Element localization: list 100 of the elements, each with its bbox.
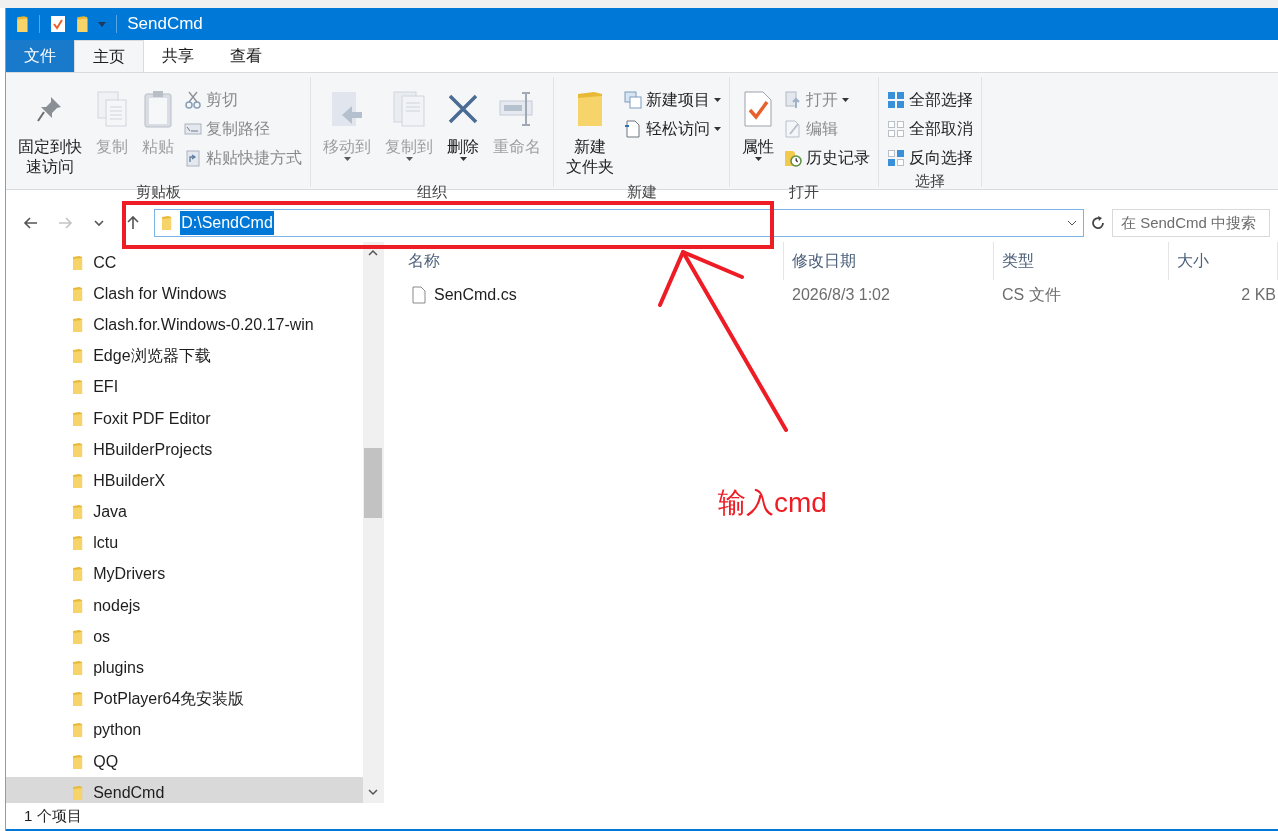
pages-icon — [96, 90, 128, 128]
ribbon-button[interactable]: 删除 — [441, 79, 485, 183]
folder-item[interactable]: PotPlayer64免安装版 — [6, 683, 363, 715]
folder-item[interactable]: CC — [6, 247, 363, 279]
folder-icon — [72, 660, 84, 677]
folder-icon — [72, 597, 84, 614]
scrollbar[interactable] — [363, 242, 383, 803]
caret-icon — [754, 157, 762, 161]
caret-icon — [459, 157, 467, 161]
folder-item[interactable]: lctu — [6, 527, 363, 559]
select-none-icon — [887, 119, 905, 138]
group-label: 新建 — [625, 183, 658, 201]
folder-item[interactable]: Foxit PDF Editor — [6, 402, 363, 435]
folder-item[interactable]: HBuilderProjects — [6, 434, 363, 466]
edit-icon — [784, 119, 802, 138]
status-bar: 1 个项目 — [6, 803, 1278, 831]
move-to-icon — [330, 90, 364, 128]
ribbon-button[interactable]: 历史记录 — [782, 143, 872, 172]
scroll-thumb[interactable] — [364, 448, 382, 518]
address-bar[interactable]: D:\SendCmd — [154, 209, 1084, 237]
ribbon-button[interactable]: 全部取消 — [885, 114, 975, 143]
ribbon-button[interactable]: 新建 文件夹 — [560, 79, 620, 183]
folder-icon — [72, 504, 84, 521]
window-title: SendCmd — [127, 13, 203, 36]
folder-item[interactable]: Java — [6, 496, 363, 528]
folder-icon — [72, 316, 84, 333]
ribbon-tab[interactable]: 文件 — [6, 40, 74, 72]
column-header[interactable]: 大小 — [1169, 242, 1278, 280]
folder-item[interactable]: os — [6, 621, 363, 653]
folder-item[interactable]: SendCmd — [6, 777, 363, 803]
group-label: 组织 — [416, 183, 448, 201]
folder-item[interactable]: Clash.for.Windows-0.20.17-win — [6, 309, 363, 341]
folder-icon — [72, 753, 84, 770]
folder-icon — [75, 15, 89, 33]
folder-icon — [72, 566, 84, 583]
history-icon — [784, 148, 802, 167]
column-header[interactable]: 修改日期 — [784, 242, 994, 280]
folder-icon — [72, 254, 84, 271]
copy-to-icon — [392, 90, 426, 128]
open-icon — [784, 90, 802, 109]
folder-icon — [72, 410, 84, 427]
group-label: 选择 — [914, 172, 946, 190]
caret-icon — [714, 97, 721, 102]
folder-item[interactable]: Edge浏览器下载 — [6, 340, 363, 372]
caret-icon — [714, 126, 721, 131]
caret-icon — [343, 157, 351, 161]
clipboard-icon — [142, 89, 174, 129]
ribbon-button[interactable]: 全部选择 — [885, 85, 975, 114]
ribbon-tab[interactable]: 共享 — [144, 40, 212, 72]
folder-icon — [72, 472, 84, 489]
ribbon-button[interactable]: 轻松访问 — [622, 114, 723, 143]
folder-icon — [576, 90, 604, 128]
folder-icon — [72, 535, 84, 552]
folder-item[interactable]: Clash for Windows — [6, 278, 363, 310]
table-cell-text: 2 KB — [1240, 285, 1277, 305]
table-cell-text: 2026/8/3 1:02 — [791, 285, 891, 305]
folder-item[interactable]: EFI — [6, 371, 363, 403]
column-header[interactable]: 类型 — [994, 242, 1169, 280]
shortcut-clipboard-icon — [184, 148, 202, 167]
file-icon — [412, 286, 426, 304]
rename-icon — [498, 91, 536, 127]
folder-item[interactable]: QQ — [6, 746, 363, 778]
scissors-icon — [184, 90, 202, 109]
folder-icon — [72, 784, 84, 801]
folder-icon — [16, 15, 29, 33]
search-field[interactable]: 在 SendCmd 中搜索 — [1112, 209, 1270, 237]
ribbon-button[interactable]: 属性 — [736, 79, 780, 183]
folder-item[interactable]: python — [6, 714, 363, 746]
folder-icon — [72, 285, 84, 302]
folder-item[interactable]: HBuilderX — [6, 465, 363, 497]
folder-icon — [72, 691, 84, 708]
refresh-icon[interactable] — [1090, 215, 1106, 231]
file-name[interactable]: SenCmd.cs — [434, 283, 517, 307]
ribbon-tab[interactable]: 主页 — [74, 40, 144, 72]
caret-icon[interactable] — [98, 21, 107, 27]
folder-icon — [161, 215, 173, 231]
group-label: 剪贴板 — [134, 183, 182, 201]
ribbon-button[interactable]: 新建项目 — [622, 85, 723, 114]
column-header[interactable]: 名称 — [384, 242, 784, 280]
invert-selection-icon — [887, 148, 905, 167]
caret-icon — [405, 157, 413, 161]
ribbon-button[interactable]: 反向选择 — [885, 143, 975, 172]
annotation-text: 输入cmd — [718, 486, 827, 520]
folder-icon — [72, 628, 84, 645]
checklist-icon[interactable] — [49, 15, 66, 33]
folder-icon — [72, 348, 84, 365]
folder-item[interactable]: nodejs — [6, 590, 363, 622]
ribbon-tab[interactable]: 查看 — [212, 40, 280, 72]
group-label: 打开 — [788, 183, 820, 201]
folder-icon — [72, 722, 84, 739]
table-cell-text: CS 文件 — [1001, 285, 1062, 305]
ribbon-button[interactable]: 固定到快 速访问 — [12, 79, 88, 183]
new-item-icon — [624, 90, 642, 109]
delete-icon — [447, 93, 479, 125]
document-icon — [624, 119, 642, 138]
folder-icon — [72, 379, 84, 396]
chevron-down-icon[interactable] — [1067, 220, 1077, 226]
folder-item[interactable]: plugins — [6, 652, 363, 684]
folder-item[interactable]: MyDrivers — [6, 558, 363, 591]
folder-icon — [72, 441, 84, 458]
